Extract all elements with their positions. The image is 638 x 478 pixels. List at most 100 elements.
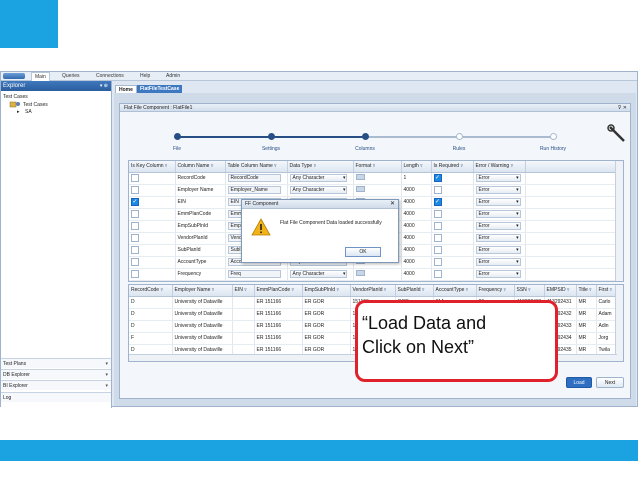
wizard-step-settings[interactable]: Settings — [241, 146, 301, 152]
column-header[interactable]: Table Column Name ⊽ — [225, 161, 288, 173]
table-column-cell[interactable]: Employer_Name — [225, 184, 288, 197]
is-key-checkbox[interactable] — [131, 246, 139, 254]
wizard-step-rules[interactable]: Rules — [429, 146, 489, 152]
column-header[interactable]: EMPSID ⊽ — [544, 285, 577, 297]
error-warning-cell[interactable]: Error — [473, 220, 526, 233]
filter-icon[interactable]: ⊽ — [527, 287, 531, 292]
error-warning-cell[interactable]: Error — [473, 184, 526, 197]
wizard-step-file-dot[interactable] — [174, 133, 181, 140]
error-warning-select[interactable]: Error — [475, 258, 521, 266]
is-key-cell[interactable] — [129, 256, 176, 269]
table-column-input[interactable]: Employer_Name — [227, 186, 281, 194]
length-value[interactable]: 4000 — [404, 187, 415, 193]
filter-icon[interactable]: ⊽ — [159, 287, 163, 292]
filter-icon[interactable]: ⊽ — [502, 287, 506, 292]
column-header[interactable]: AccountType ⊽ — [433, 285, 477, 297]
wizard-step-columns-dot[interactable] — [362, 133, 369, 140]
is-required-checkbox[interactable] — [433, 246, 442, 254]
length-value[interactable]: 1 — [404, 175, 407, 181]
app-menu-button[interactable] — [3, 73, 25, 79]
frame-close-icon[interactable]: ⊽ ✕ — [618, 104, 627, 112]
length-cell[interactable]: 4000 — [401, 232, 432, 245]
wizard-step-run-history[interactable]: Run History — [523, 146, 583, 152]
is-key-checkbox[interactable] — [131, 174, 139, 182]
tree-test-cases[interactable]: Test Cases — [23, 102, 48, 108]
length-value[interactable]: 4000 — [404, 235, 415, 241]
column-header[interactable]: VendorPlanId ⊽ — [350, 285, 396, 297]
filter-icon[interactable]: ⊽ — [566, 287, 570, 292]
filter-icon[interactable]: ⊽ — [243, 287, 247, 292]
data-type-cell[interactable]: Any Character — [287, 172, 354, 185]
filter-icon[interactable]: ⊽ — [290, 287, 294, 292]
is-required-checkbox[interactable]: ✓ — [433, 198, 442, 206]
table-row[interactable]: Employer Name Employer_Name Any Character 4… — [129, 184, 618, 197]
table-row[interactable]: Frequency Freq Any Character 4000 Error — [129, 268, 618, 281]
is-required-cell[interactable] — [431, 244, 474, 257]
length-value[interactable]: 4000 — [404, 271, 415, 277]
data-type-cell[interactable]: Any Character — [287, 184, 354, 197]
table-column-input[interactable]: RecordCode — [227, 174, 281, 182]
is-key-cell[interactable] — [129, 268, 176, 281]
is-key-checkbox[interactable] — [131, 234, 139, 242]
error-warning-select[interactable]: Error — [475, 210, 521, 218]
length-cell[interactable]: 4000 — [401, 244, 432, 257]
length-cell[interactable]: 4000 — [401, 256, 432, 269]
format-button[interactable] — [355, 270, 365, 276]
close-icon[interactable]: ✕ — [390, 200, 395, 209]
format-cell[interactable] — [353, 172, 402, 185]
column-header[interactable]: SSN ⊽ — [514, 285, 545, 297]
error-warning-select[interactable]: Error — [475, 246, 521, 254]
is-key-cell[interactable] — [129, 232, 176, 245]
length-value[interactable]: 4000 — [404, 223, 415, 229]
menu-queries[interactable]: Queries — [59, 72, 83, 81]
is-required-cell[interactable] — [431, 208, 474, 221]
length-cell[interactable]: 1 — [401, 172, 432, 185]
length-cell[interactable]: 4000 — [401, 268, 432, 281]
is-key-checkbox[interactable] — [131, 222, 139, 230]
data-type-cell[interactable]: Any Character — [287, 268, 354, 281]
filter-icon[interactable]: ⊽ — [588, 287, 592, 292]
ok-button[interactable]: OK — [345, 247, 381, 257]
is-required-checkbox[interactable] — [433, 222, 442, 230]
load-button[interactable]: Load — [566, 377, 592, 388]
menu-connections[interactable]: Connections — [93, 72, 127, 81]
is-required-cell[interactable]: ✓ — [431, 172, 474, 185]
tab-flatfiletestcase[interactable]: FlatFileTestCase — [137, 85, 183, 93]
data-type-select[interactable]: Any Character — [289, 174, 348, 182]
column-header[interactable]: Is Required ⊽ — [431, 161, 474, 173]
panel-test-plans[interactable]: Test Plans ▾ — [1, 358, 111, 368]
is-required-checkbox[interactable] — [433, 234, 442, 242]
is-required-cell[interactable] — [431, 220, 474, 233]
is-key-checkbox[interactable]: ✓ — [131, 198, 139, 206]
is-required-cell[interactable] — [431, 256, 474, 269]
column-header[interactable]: Is Key Column ⊽ — [129, 161, 176, 173]
columns-grid-scrollbar[interactable] — [615, 161, 623, 281]
filter-icon[interactable]: ⊽ — [464, 287, 469, 292]
length-cell[interactable]: 4000 — [401, 208, 432, 221]
error-warning-select[interactable]: Error — [475, 186, 521, 194]
filter-icon[interactable]: ⊽ — [164, 163, 168, 168]
menu-admin[interactable]: Admin — [163, 72, 183, 81]
column-header[interactable]: First ⊽ — [596, 285, 618, 297]
tree-sa[interactable]: SA — [25, 109, 32, 115]
wizard-step-settings-dot[interactable] — [268, 133, 275, 140]
is-required-cell[interactable] — [431, 268, 474, 281]
data-preview-vscroll[interactable] — [615, 285, 623, 361]
wizard-step-rules-dot[interactable] — [456, 133, 463, 140]
tab-home[interactable]: Home — [115, 85, 137, 93]
column-header[interactable]: Title ⊽ — [576, 285, 597, 297]
column-header[interactable]: EmmPlanCode ⊽ — [254, 285, 303, 297]
column-header[interactable]: RecordCode ⊽ — [129, 285, 173, 297]
error-warning-cell[interactable]: Error — [473, 196, 526, 209]
data-type-select[interactable]: Any Character — [289, 186, 348, 194]
panel-bi-explorer[interactable]: BI Explorer ▾ — [1, 380, 111, 390]
is-required-cell[interactable] — [431, 232, 474, 245]
table-column-input[interactable]: Freq — [227, 270, 281, 278]
column-header[interactable]: Format ⊽ — [353, 161, 402, 173]
is-required-checkbox[interactable] — [433, 258, 442, 266]
error-warning-select[interactable]: Error — [475, 198, 521, 206]
panel-log[interactable]: Log — [1, 392, 111, 402]
tree-root[interactable]: Test Cases — [3, 94, 28, 100]
column-header[interactable]: Length ⊽ — [401, 161, 432, 173]
error-warning-cell[interactable]: Error — [473, 208, 526, 221]
